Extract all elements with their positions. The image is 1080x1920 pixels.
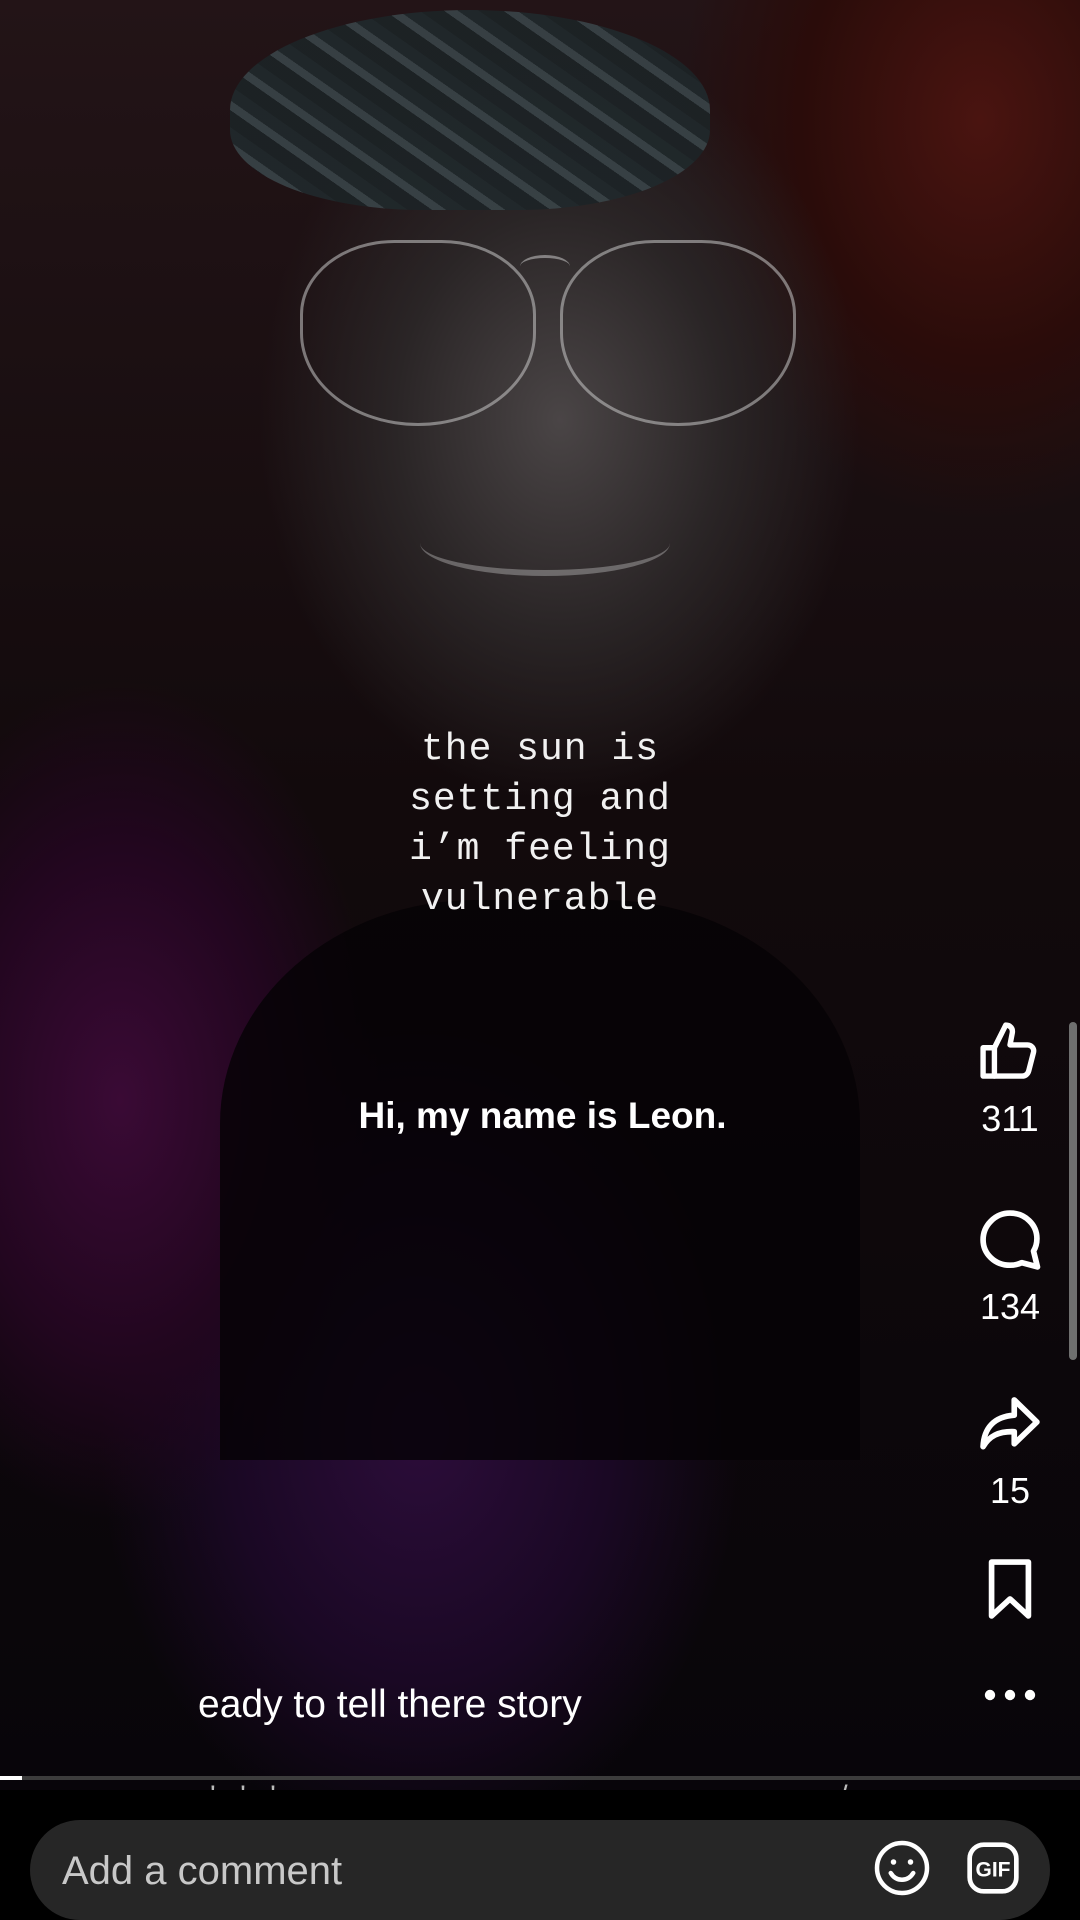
more-dots-icon [984, 1689, 1036, 1701]
reel-description-text: eady to tell there story [198, 1683, 582, 1725]
comment-button[interactable]: 134 [960, 1206, 1060, 1328]
video-caption: Hi, my name is Leon. [358, 1095, 727, 1136]
actions-scrollbar[interactable] [1069, 1022, 1077, 1360]
video-subject-glasses [560, 240, 796, 426]
thumbs-up-icon [980, 1022, 1037, 1079]
like-count: 311 [981, 1098, 1039, 1139]
reel-screen: the sun is setting and i’m feeling vulne… [0, 0, 1080, 1920]
bookmark-icon [988, 1559, 1032, 1619]
video-subject-shirt [220, 900, 860, 1460]
share-arrow-icon [980, 1397, 1040, 1450]
share-count: 15 [989, 1470, 1031, 1511]
like-button[interactable]: 311 [960, 1018, 1060, 1140]
reel-description[interactable]: eady to tell there story [198, 1665, 582, 1725]
gif-icon: GIF [967, 1842, 1019, 1894]
video-player[interactable]: the sun is setting and i’m feeling vulne… [0, 0, 1080, 1790]
reel-description-next-line: ' ' ' / [210, 1780, 890, 1790]
gif-label: GIF [976, 1858, 1011, 1881]
video-subject-glasses [300, 240, 536, 426]
comment-bubble-icon [980, 1210, 1041, 1270]
comment-input-container[interactable]: GIF [30, 1820, 1050, 1920]
comment-bar: GIF [0, 1790, 1080, 1920]
more-options-button[interactable] [960, 1680, 1060, 1710]
save-button[interactable] [960, 1555, 1060, 1623]
smiley-icon [874, 1840, 930, 1896]
video-overlay-text: the sun is setting and i’m feeling vulne… [409, 728, 671, 921]
share-button[interactable]: 15 [960, 1390, 1060, 1512]
video-subject-glasses-bridge [520, 255, 570, 278]
video-subject-smile [420, 510, 670, 576]
emoji-button[interactable] [872, 1838, 932, 1898]
video-subject-bandana [230, 10, 710, 210]
gif-button[interactable]: GIF [965, 1840, 1021, 1896]
video-progress-fill [0, 1776, 22, 1780]
comment-count: 134 [979, 1286, 1041, 1327]
comment-input[interactable] [60, 1842, 844, 1900]
video-progress-bar[interactable] [0, 1776, 1080, 1780]
